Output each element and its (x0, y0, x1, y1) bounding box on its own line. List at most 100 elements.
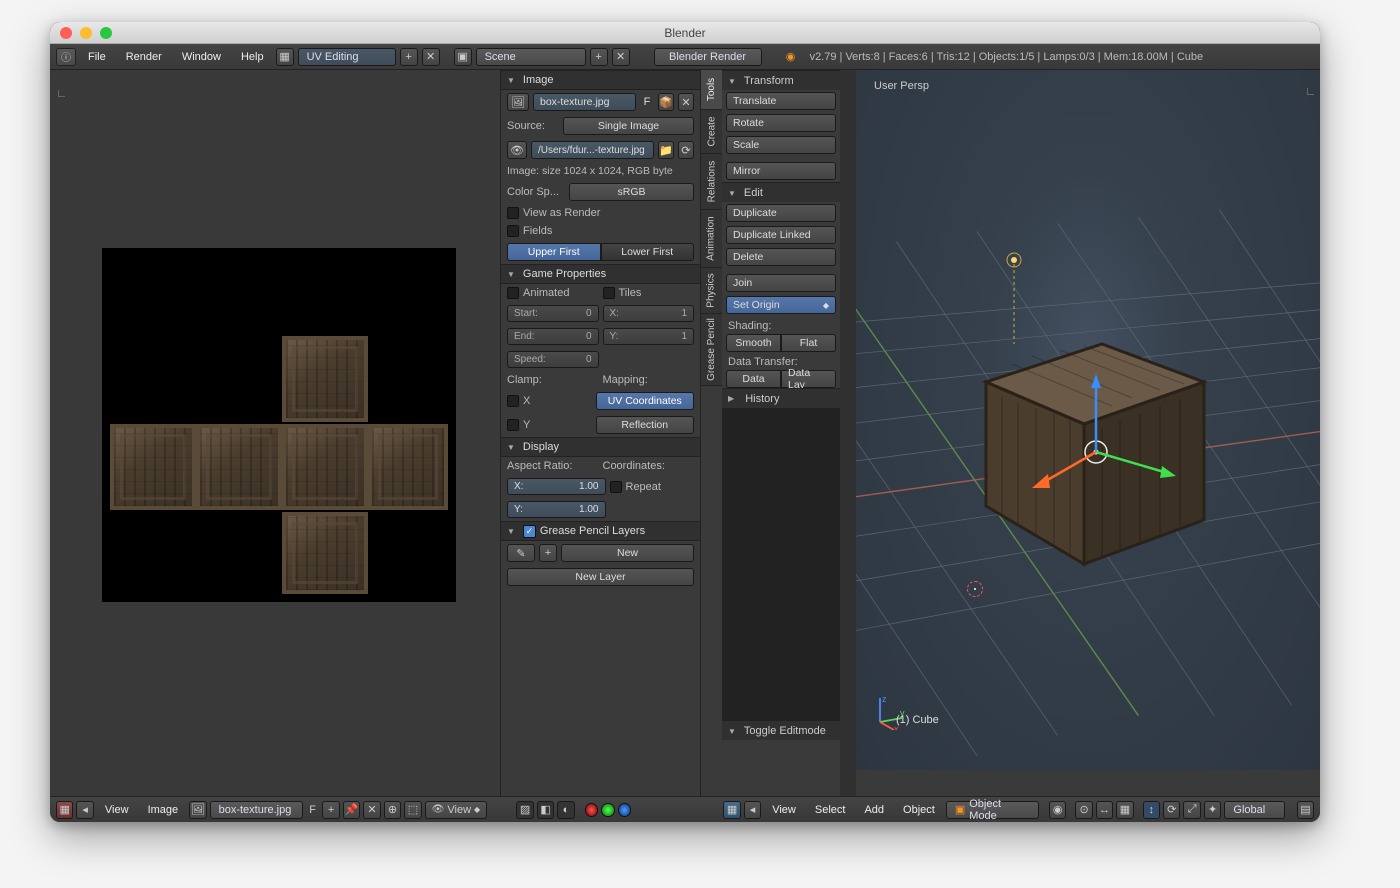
grease-add-icon[interactable]: + (539, 544, 557, 562)
data-button[interactable]: Data (726, 370, 781, 388)
editor-type-icon-3d[interactable]: ▦ (723, 801, 740, 819)
tab-physics[interactable]: Physics (701, 268, 722, 314)
filepath-eye-icon[interactable]: 👁 (507, 141, 527, 159)
data-layout-button[interactable]: Data Lay (781, 370, 836, 388)
uv-menus-expand-icon[interactable]: ◂ (76, 801, 93, 819)
file-browse-icon[interactable]: 📁 (658, 141, 674, 159)
clamp-x-checkbox[interactable] (507, 395, 519, 407)
menu-render[interactable]: Render (118, 51, 170, 63)
delete-button[interactable]: Delete (726, 248, 836, 266)
scene-icon[interactable]: ▣ (454, 48, 472, 66)
panel-toggle-editmode-header[interactable]: Toggle Editmode (722, 720, 840, 740)
scale-button[interactable]: Scale (726, 136, 836, 154)
menu-help[interactable]: Help (233, 51, 272, 63)
aspect-x-field[interactable]: X:1.00 (507, 478, 606, 495)
panel-edit-header[interactable]: Edit (722, 182, 840, 202)
colorspace-dropdown[interactable]: sRGB (569, 183, 694, 201)
paint-gray-icon[interactable]: ◧ (537, 801, 554, 819)
3d-menu-object[interactable]: Object (895, 804, 943, 816)
manipulator-icon[interactable]: ↔ (1096, 801, 1113, 819)
fake-user-button[interactable]: F (306, 801, 320, 819)
layers-icon[interactable]: ▦ (1116, 801, 1133, 819)
mode-dropdown[interactable]: ▣Object Mode (946, 801, 1039, 819)
layout-grid-icon[interactable]: ▦ (276, 48, 294, 66)
3d-menus-expand-icon[interactable]: ◂ (744, 801, 761, 819)
pivot-icon[interactable]: ⊙ (1075, 801, 1092, 819)
view-as-render-checkbox[interactable] (507, 207, 519, 219)
grease-new-layer-button[interactable]: New Layer (507, 568, 694, 586)
gizmo-rotate-icon[interactable]: ⟳ (1163, 801, 1180, 819)
editor-type-icon-uv[interactable]: ▦ (56, 801, 73, 819)
clamp-y-checkbox[interactable] (507, 419, 519, 431)
overlays-icon[interactable]: ▤ (1297, 801, 1314, 819)
paint-mask-icon[interactable]: ▨ (516, 801, 533, 819)
field-lower-button[interactable]: Lower First (601, 243, 695, 261)
image-browse-icon[interactable]: 🖼 (507, 93, 529, 111)
tiles-checkbox[interactable] (603, 287, 615, 299)
layout-selector[interactable]: UV Editing (298, 48, 396, 66)
image-name-field[interactable]: box-texture.jpg (533, 93, 636, 111)
image-datablock-icon[interactable]: 🖼 (189, 801, 206, 819)
tab-animation[interactable]: Animation (701, 210, 722, 268)
pivot-point-icon[interactable]: ⊕ (384, 801, 401, 819)
scene-selector[interactable]: Scene (476, 48, 586, 66)
gizmo-combo-icon[interactable]: ✦ (1204, 801, 1221, 819)
3d-viewport[interactable]: User Persp (856, 70, 1320, 770)
speed-field[interactable]: Speed:0 (507, 351, 599, 368)
end-field[interactable]: End:0 (507, 328, 599, 345)
cube-object[interactable] (972, 324, 1222, 574)
uv-image-viewport[interactable] (50, 70, 500, 796)
uv-menu-view[interactable]: View (97, 804, 137, 816)
gizmo-translate-icon[interactable]: ↕ (1143, 801, 1160, 819)
field-upper-button[interactable]: Upper First (507, 243, 601, 261)
image-pin-icon[interactable]: 📌 (343, 801, 360, 819)
orientation-dropdown[interactable]: Global (1224, 801, 1284, 819)
render-engine-selector[interactable]: Blender Render (654, 48, 762, 66)
layout-add-icon[interactable]: + (400, 48, 418, 66)
image-add-icon[interactable]: + (322, 801, 339, 819)
view-channels-icon[interactable]: ⬚ (404, 801, 421, 819)
panel-image-header[interactable]: Image (501, 70, 700, 90)
paint-alpha-icon[interactable]: ◐ (557, 801, 574, 819)
menu-file[interactable]: File (80, 51, 114, 63)
image-pack-icon[interactable]: 📦 (658, 93, 674, 111)
image-datablock-field[interactable]: box-texture.jpg (210, 801, 303, 819)
panel-display-header[interactable]: Display (501, 437, 700, 457)
fake-user-toggle[interactable]: F (640, 93, 654, 111)
panel-game-header[interactable]: Game Properties (501, 264, 700, 284)
viewport-shading-icon[interactable]: ◉ (1049, 801, 1066, 819)
flat-button[interactable]: Flat (781, 334, 836, 352)
menu-window[interactable]: Window (174, 51, 229, 63)
translate-button[interactable]: Translate (726, 92, 836, 110)
uv-menu-image[interactable]: Image (140, 804, 187, 816)
3d-menu-view[interactable]: View (764, 804, 804, 816)
corner-splitter-icon[interactable] (58, 90, 65, 97)
duplicate-linked-button[interactable]: Duplicate Linked (726, 226, 836, 244)
panel-history-header[interactable]: ▶ History (722, 388, 840, 408)
scene-add-icon[interactable]: + (590, 48, 608, 66)
start-field[interactable]: Start:0 (507, 305, 599, 322)
mapping-reflection-button[interactable]: Reflection (596, 416, 695, 434)
tiles-y-field[interactable]: Y:1 (603, 328, 695, 345)
tab-grease-pencil[interactable]: Grease Pencil (701, 314, 722, 386)
set-origin-dropdown[interactable]: Set Origin◆ (726, 296, 836, 314)
image-unlink-icon[interactable]: ✕ (678, 93, 694, 111)
layout-remove-icon[interactable]: ✕ (422, 48, 440, 66)
tab-relations[interactable]: Relations (701, 154, 722, 210)
image-close-icon[interactable]: ✕ (363, 801, 380, 819)
3d-menu-select[interactable]: Select (807, 804, 854, 816)
file-reload-icon[interactable]: ⟳ (678, 141, 694, 159)
3d-menu-add[interactable]: Add (856, 804, 892, 816)
join-button[interactable]: Join (726, 274, 836, 292)
info-icon[interactable]: ⓘ (56, 48, 76, 66)
grease-new-button[interactable]: New (561, 544, 694, 562)
aspect-y-field[interactable]: Y:1.00 (507, 501, 606, 518)
source-dropdown[interactable]: Single Image (563, 117, 694, 135)
rotate-button[interactable]: Rotate (726, 114, 836, 132)
record-indicator-green-icon[interactable] (601, 803, 615, 817)
fields-checkbox[interactable] (507, 225, 519, 237)
view-mode-dropdown[interactable]: 👁View◆ (425, 801, 488, 819)
panel-transform-header[interactable]: Transform (722, 70, 840, 90)
tab-tools[interactable]: Tools (701, 70, 722, 110)
record-indicator-red-icon[interactable] (585, 803, 599, 817)
